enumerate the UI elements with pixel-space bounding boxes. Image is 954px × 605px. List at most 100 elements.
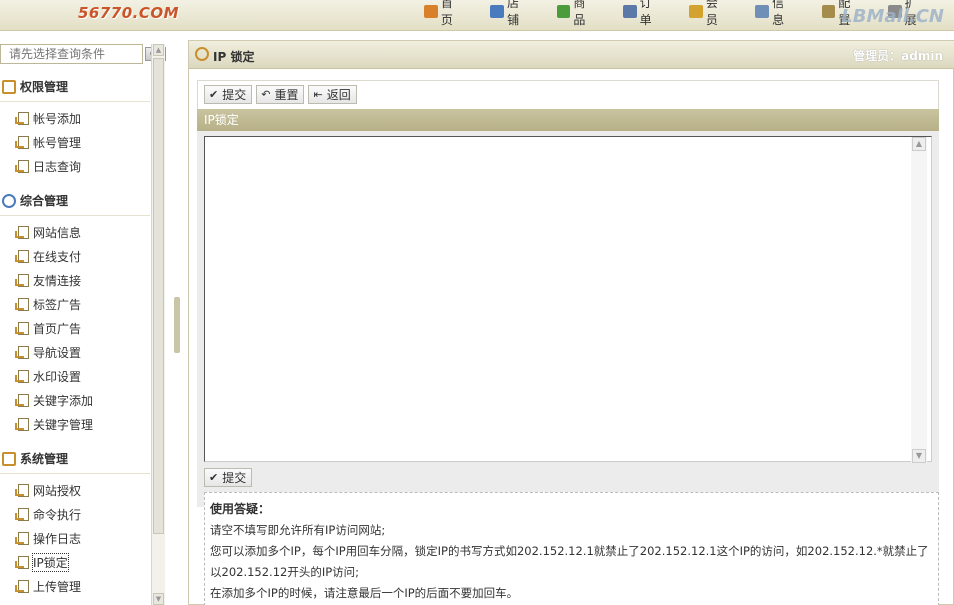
wrench-icon bbox=[2, 451, 16, 466]
nav-item-label: 店 铺 bbox=[507, 0, 522, 27]
help-box: 使用答疑： 请空不填写即允许所有IP访问网站; 您可以添加多个IP，每个IP用回… bbox=[204, 492, 939, 605]
document-icon bbox=[15, 369, 29, 383]
sidebar-item[interactable]: IP锁定 bbox=[0, 550, 150, 574]
nav-item-5[interactable]: 信 息 bbox=[755, 0, 805, 27]
document-icon bbox=[15, 345, 29, 359]
sidebar-item[interactable]: 操作日志 bbox=[0, 526, 150, 550]
sidebar-item[interactable]: 网站授权 bbox=[0, 478, 150, 502]
sidebar-item[interactable]: 帐号管理 bbox=[0, 130, 150, 154]
nav-item-label: 会 员 bbox=[705, 0, 720, 27]
document-icon bbox=[15, 111, 29, 125]
help-line: 您可以添加多个IP，每个IP用回车分隔，锁定IP的书写方式如202.152.12… bbox=[210, 544, 929, 579]
scroll-thumb[interactable] bbox=[153, 58, 164, 534]
submit-button-bottom[interactable]: ✔ 提交 bbox=[204, 468, 253, 487]
check-icon: ✔ bbox=[209, 88, 219, 101]
nav-item-3[interactable]: 订 单 bbox=[622, 0, 673, 27]
sidebar-item[interactable]: 友情连接 bbox=[0, 268, 150, 292]
textarea-container bbox=[197, 131, 939, 507]
submit-button[interactable]: ✔ 提交 bbox=[204, 85, 253, 104]
member-icon bbox=[689, 4, 703, 18]
help-title: 使用答疑： bbox=[210, 502, 271, 516]
nav-item-0[interactable]: 首 页 bbox=[424, 0, 474, 27]
reset-label: 重置 bbox=[274, 88, 299, 102]
submit-label: 提交 bbox=[222, 471, 247, 485]
scroll-up-arrow[interactable]: ▲ bbox=[153, 44, 164, 56]
menu-group-title[interactable]: 权限管理 bbox=[0, 72, 150, 102]
shop-icon bbox=[490, 4, 505, 18]
main-panel: IP 锁定 管理员：admin ✔ 提交 ↶ 重置 ⇤ 返回 IP锁定 ▲ ▼ bbox=[188, 40, 954, 605]
sidebar-item[interactable]: 首页广告 bbox=[0, 316, 150, 340]
textarea-scroll-down[interactable]: ▼ bbox=[912, 449, 926, 463]
panel-splitter[interactable] bbox=[174, 297, 180, 353]
sidebar-item-label: 关键字添加 bbox=[33, 393, 94, 408]
document-icon bbox=[15, 483, 29, 497]
sidebar-item-label: 日志查询 bbox=[33, 159, 82, 174]
watermark-logo: LBMall.CN bbox=[841, 6, 944, 27]
sidebar-item-label: 网站授权 bbox=[33, 483, 82, 498]
sidebar: GO 权限管理帐号添加帐号管理日志查询综合管理网站信息在线支付友情连接标签广告首… bbox=[0, 40, 166, 605]
document-icon bbox=[15, 531, 29, 545]
sidebar-scrollbar[interactable]: ▲ ▼ bbox=[151, 44, 165, 605]
config-icon bbox=[821, 4, 836, 18]
sidebar-item-label: 导航设置 bbox=[33, 345, 82, 360]
sidebar-search: GO bbox=[0, 44, 166, 64]
sidebar-item[interactable]: 水印设置 bbox=[0, 364, 150, 388]
sidebar-item-label: 在线支付 bbox=[33, 249, 82, 264]
key-icon bbox=[2, 79, 16, 94]
document-icon bbox=[15, 417, 29, 431]
sidebar-item-label: IP锁定 bbox=[32, 552, 69, 572]
sidebar-item-label: 标签广告 bbox=[33, 297, 82, 312]
search-input[interactable] bbox=[0, 44, 143, 64]
settings-globe-icon bbox=[2, 193, 16, 208]
textarea-scroll-up[interactable]: ▲ bbox=[912, 137, 926, 151]
document-icon bbox=[15, 159, 29, 173]
sidebar-item[interactable]: 上传管理 bbox=[0, 574, 150, 598]
sidebar-item[interactable]: 命令执行 bbox=[0, 502, 150, 526]
ip-lock-textarea[interactable] bbox=[204, 136, 932, 462]
menu-group-title[interactable]: 综合管理 bbox=[0, 186, 150, 216]
menu-group-label: 系统管理 bbox=[20, 452, 69, 466]
document-icon bbox=[15, 273, 29, 287]
menu-group-label: 权限管理 bbox=[20, 80, 69, 94]
menu-group-title[interactable]: 系统管理 bbox=[0, 444, 150, 474]
sidebar-item[interactable]: 网站信息 bbox=[0, 220, 150, 244]
content-area: ✔ 提交 ↶ 重置 ⇤ 返回 IP锁定 ▲ ▼ ✔ 提交 使用答疑： 请空不填写… bbox=[197, 80, 939, 605]
submit-row: ✔ 提交 bbox=[204, 468, 256, 487]
reset-button[interactable]: ↶ 重置 bbox=[256, 85, 305, 104]
nav-item-label: 首 页 bbox=[440, 0, 455, 27]
sidebar-item[interactable]: 帐号添加 bbox=[0, 106, 150, 130]
submit-label: 提交 bbox=[222, 88, 247, 102]
info-icon bbox=[755, 4, 770, 18]
sidebar-item[interactable]: 关键字管理 bbox=[0, 412, 150, 436]
document-icon bbox=[15, 225, 29, 239]
scroll-down-arrow[interactable]: ▼ bbox=[153, 593, 164, 605]
sidebar-item-label: 操作日志 bbox=[33, 531, 82, 546]
sidebar-item-label: 网站信息 bbox=[33, 225, 82, 240]
undo-icon: ↶ bbox=[261, 88, 271, 101]
sidebar-item[interactable]: 日志查询 bbox=[0, 154, 150, 178]
nav-item-4[interactable]: 会 员 bbox=[689, 0, 739, 27]
sidebar-item[interactable]: 在线支付 bbox=[0, 244, 150, 268]
group-gap bbox=[0, 436, 150, 444]
nav-item-1[interactable]: 店 铺 bbox=[490, 0, 540, 27]
back-button[interactable]: ⇤ 返回 bbox=[308, 85, 357, 104]
help-line: 请空不填写即允许所有IP访问网站; bbox=[210, 523, 386, 537]
order-icon bbox=[622, 4, 637, 18]
document-icon bbox=[15, 393, 29, 407]
sidebar-item[interactable]: 导航设置 bbox=[0, 340, 150, 364]
textarea-scrollbar[interactable]: ▲ ▼ bbox=[911, 137, 927, 463]
sidebar-item-label: 水印设置 bbox=[33, 369, 82, 384]
gear-icon bbox=[195, 47, 209, 61]
sidebar-item[interactable]: 标签广告 bbox=[0, 292, 150, 316]
check-icon: ✔ bbox=[209, 471, 219, 484]
nav-item-2[interactable]: 商 品 bbox=[556, 0, 607, 27]
admin-label: 管理员：admin bbox=[853, 49, 943, 63]
sidebar-item[interactable]: 关键字添加 bbox=[0, 388, 150, 412]
help-line: 在添加多个IP的时候，请注意最后一个IP的后面不要加回车。 bbox=[210, 586, 519, 600]
back-icon: ⇤ bbox=[313, 88, 323, 101]
sidebar-item-label: 关键字管理 bbox=[33, 417, 94, 432]
sidebar-item-label: 命令执行 bbox=[33, 507, 82, 522]
document-icon bbox=[15, 249, 29, 263]
sidebar-item-label: 友情连接 bbox=[33, 273, 82, 288]
site-logo[interactable]: 56770.COM bbox=[78, 4, 179, 22]
